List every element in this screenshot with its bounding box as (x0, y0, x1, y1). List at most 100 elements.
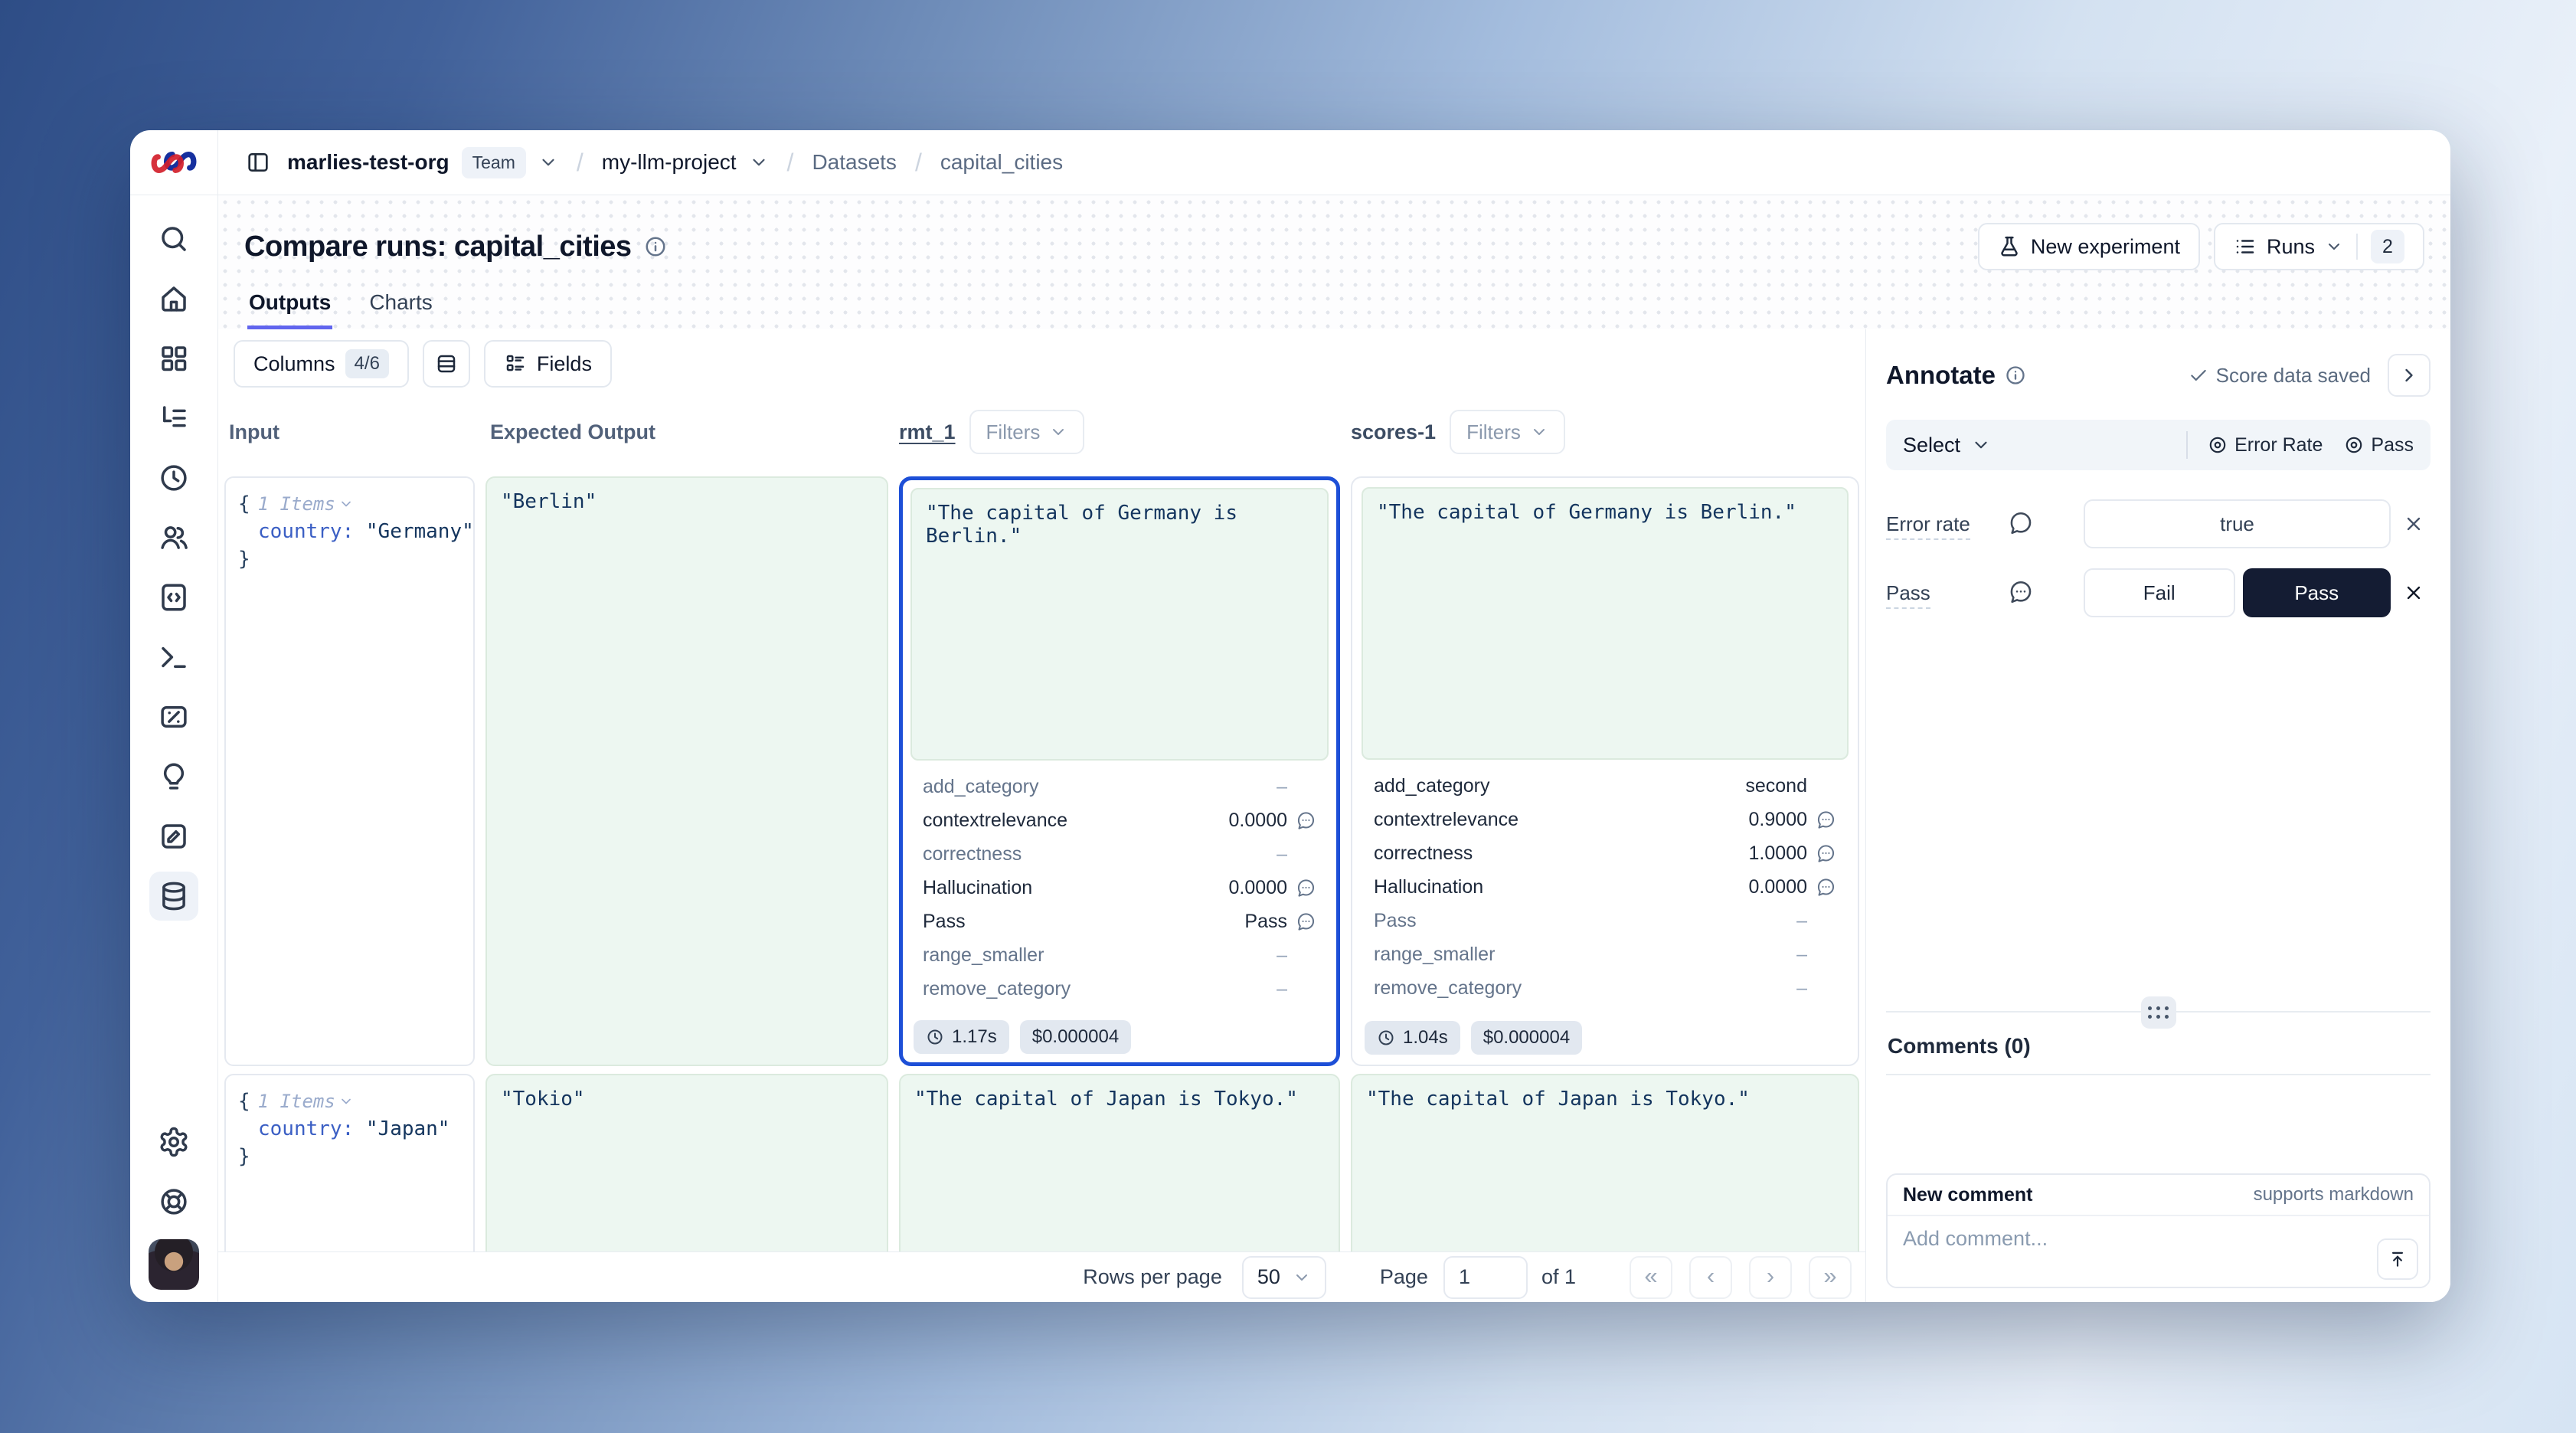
comment-bubble-icon[interactable] (1296, 810, 1316, 831)
score-row[interactable]: Hallucination0.0000 (1366, 870, 1844, 904)
sidebar-item-prompts[interactable] (149, 752, 198, 801)
chevron-down-icon[interactable] (749, 152, 769, 172)
run2-output-cell[interactable]: "The capital of Japan is Tokyo." (1351, 1074, 1859, 1251)
sidebar-item-datasets[interactable] (149, 872, 198, 921)
run2-name-link[interactable]: scores-1 (1351, 420, 1436, 444)
chevron-down-icon[interactable] (338, 496, 354, 512)
sidebar-item-dashboards[interactable] (149, 334, 198, 383)
chevron-down-icon (2325, 237, 2343, 256)
expected-output-cell[interactable]: "Berlin" (485, 476, 888, 1066)
row-height-button[interactable] (423, 340, 470, 388)
new-experiment-button[interactable]: New experiment (1978, 223, 2200, 270)
sidebar-toggle-button[interactable] (241, 146, 275, 179)
score-row[interactable]: contextrelevance0.9000 (1366, 803, 1844, 836)
fail-option-button[interactable]: Fail (2084, 568, 2235, 617)
score-row[interactable]: remove_category– (915, 972, 1324, 1006)
score-name: correctness (923, 843, 1022, 865)
collapse-panel-button[interactable] (2388, 354, 2431, 397)
columns-button[interactable]: Columns 4/6 (234, 340, 409, 388)
clear-score-button[interactable] (2397, 568, 2431, 617)
submit-comment-button[interactable] (2377, 1238, 2418, 1280)
score-row[interactable]: add_category– (915, 770, 1324, 803)
sidebar-item-support[interactable] (149, 1177, 198, 1226)
score-row[interactable]: correctness1.0000 (1366, 836, 1844, 870)
score-row[interactable]: range_smaller– (915, 938, 1324, 972)
error-rate-input[interactable] (2084, 499, 2391, 548)
app-logo[interactable] (130, 130, 217, 195)
breadcrumb-dataset-name[interactable]: capital_cities (940, 150, 1063, 175)
score-row[interactable]: add_categorysecond (1366, 769, 1844, 803)
run1-name-link[interactable]: rmt_1 (899, 420, 956, 444)
fields-button[interactable]: Fields (484, 340, 612, 388)
latency-badge[interactable]: 1.04s (1365, 1021, 1460, 1055)
score-row[interactable]: range_smaller– (1366, 937, 1844, 971)
run1-output-cell-selected[interactable]: "The capital of Germany is Berlin." add_… (899, 476, 1340, 1066)
run1-filters-button[interactable]: Filters (969, 410, 1085, 454)
new-comment-body (1888, 1216, 2429, 1288)
chevron-down-icon[interactable] (538, 152, 558, 172)
info-icon[interactable] (644, 235, 667, 258)
clear-score-button[interactable] (2397, 499, 2431, 548)
comment-bubble-icon[interactable] (1816, 843, 1836, 864)
page-number-input[interactable] (1443, 1256, 1528, 1299)
json-items-count[interactable]: 1 Items (258, 490, 335, 518)
expected-output-cell[interactable]: "Tokio" (485, 1074, 888, 1251)
cost-badge[interactable]: $0.000004 (1020, 1020, 1131, 1054)
input-cell[interactable]: {1 Items country: "Japan" } (224, 1074, 475, 1251)
sidebar-item-schemas[interactable] (149, 573, 198, 622)
comment-bubble-icon[interactable] (1816, 810, 1836, 830)
sidebar-item-users[interactable] (149, 513, 198, 562)
score-row[interactable]: correctness– (915, 837, 1324, 871)
input-cell[interactable]: {1 Items country: "Germany" } (224, 476, 475, 1066)
run2-filters-button[interactable]: Filters (1450, 410, 1565, 454)
score-chip-error-rate[interactable]: Error Rate (2208, 434, 2323, 456)
chevron-down-icon (1049, 423, 1067, 441)
chevron-down-icon[interactable] (338, 1094, 354, 1109)
runs-table-section: Columns 4/6 Fields Input Expec (218, 329, 1865, 1302)
add-comment-button[interactable] (2007, 510, 2035, 538)
score-row[interactable]: contextrelevance0.0000 (915, 803, 1324, 837)
sidebar-item-playground[interactable] (149, 812, 198, 861)
runs-dropdown-button[interactable]: Runs 2 (2214, 223, 2424, 270)
score-row[interactable]: Pass– (1366, 904, 1844, 937)
sidebar-item-evaluation[interactable] (149, 692, 198, 741)
score-config-select[interactable]: Select (1903, 433, 1991, 457)
score-chip-pass[interactable]: Pass (2344, 434, 2414, 456)
latency-badge[interactable]: 1.17s (914, 1020, 1009, 1054)
score-row[interactable]: PassPass (915, 905, 1324, 938)
score-row[interactable]: Hallucination0.0000 (915, 871, 1324, 905)
breadcrumb-org[interactable]: marlies-test-org (287, 150, 449, 175)
rows-per-page-select[interactable]: 50 (1242, 1256, 1326, 1299)
sidebar-item-settings[interactable] (149, 1117, 198, 1166)
sidebar-item-tracing[interactable] (149, 394, 198, 443)
score-name: contextrelevance (923, 810, 1067, 832)
sidebar-item-home[interactable] (149, 274, 198, 323)
sidebar-item-queries[interactable] (149, 633, 198, 682)
last-page-button[interactable]: » (1809, 1256, 1852, 1299)
add-comment-button[interactable] (2007, 579, 2035, 607)
comment-bubble-icon[interactable] (1296, 878, 1316, 898)
run1-output-cell[interactable]: "The capital of Japan is Tokyo." (899, 1074, 1340, 1251)
json-items-count[interactable]: 1 Items (258, 1088, 335, 1115)
tab-outputs[interactable]: Outputs (247, 290, 332, 329)
comment-bubble-icon[interactable] (1816, 877, 1836, 898)
sidebar-item-sessions[interactable] (149, 453, 198, 502)
run2-output-cell[interactable]: "The capital of Germany is Berlin." add_… (1351, 476, 1859, 1066)
pass-option-button[interactable]: Pass (2243, 568, 2391, 617)
score-config-bar: Select Error Rate Pass (1886, 420, 2431, 470)
info-icon[interactable] (2005, 365, 2026, 386)
comment-bubble-icon[interactable] (1296, 911, 1316, 932)
comment-textarea[interactable] (1888, 1216, 2429, 1288)
breadcrumb-project[interactable]: my-llm-project (602, 150, 737, 175)
previous-page-button[interactable]: ‹ (1689, 1256, 1732, 1299)
breadcrumb-datasets[interactable]: Datasets (812, 150, 897, 175)
tab-charts[interactable]: Charts (368, 290, 433, 329)
drag-handle[interactable] (2141, 996, 2176, 1029)
cost-badge[interactable]: $0.000004 (1471, 1021, 1582, 1055)
home-icon (158, 283, 190, 315)
score-row[interactable]: remove_category– (1366, 971, 1844, 1005)
sidebar-item-search[interactable] (149, 214, 198, 263)
user-avatar[interactable] (149, 1239, 199, 1290)
next-page-button[interactable]: › (1749, 1256, 1792, 1299)
first-page-button[interactable]: « (1630, 1256, 1672, 1299)
